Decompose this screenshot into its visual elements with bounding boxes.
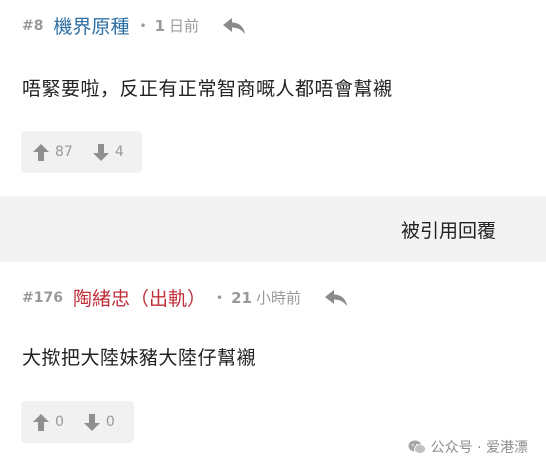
comment-body: 大揿把大陸妹豬大陸仔幫襯	[22, 347, 257, 369]
reply-arrow-icon	[223, 17, 246, 34]
wechat-icon	[408, 440, 426, 454]
upvote-count: 87	[55, 144, 73, 160]
arrow-down-icon	[92, 143, 109, 161]
downvote-button[interactable]: 4	[92, 143, 124, 161]
vote-bar: 87 4	[21, 131, 142, 173]
separator-dot: •	[139, 18, 147, 33]
vote-bar: 0 0	[21, 401, 134, 443]
author-name[interactable]: 機界原種	[53, 12, 129, 39]
upvote-button[interactable]: 87	[33, 143, 73, 161]
downvote-button[interactable]: 0	[83, 413, 115, 431]
upvote-button[interactable]: 0	[33, 413, 64, 431]
downvote-count: 4	[114, 144, 124, 160]
comment-number[interactable]: #8	[22, 18, 43, 34]
comment-8-meta: #8 機界原種 • 1 日前	[22, 12, 247, 39]
timestamp-unit: 日前	[169, 17, 200, 35]
reply-arrow-icon	[324, 289, 347, 306]
comment-number[interactable]: #176	[22, 290, 63, 306]
arrow-up-icon	[33, 143, 49, 161]
comment-body: 唔緊要啦，反正有正常智商嘅人都唔會幫襯	[22, 78, 393, 100]
watermark: 公众号 · 爱港漂	[408, 437, 528, 457]
reply-button[interactable]	[221, 16, 247, 36]
separator-dot: •	[215, 290, 224, 305]
quoted-replies-link[interactable]: 被引用回覆	[401, 216, 496, 243]
upvote-count: 0	[55, 414, 64, 430]
timestamp-value: 21	[231, 288, 252, 307]
arrow-up-icon	[33, 413, 49, 431]
timestamp-unit: 小時前	[255, 289, 301, 307]
comment-176-meta: #176 陶緒忠（出軌） • 21 小時前	[22, 284, 349, 311]
downvote-count: 0	[105, 414, 115, 430]
timestamp-value: 1	[154, 16, 166, 35]
arrow-down-icon	[83, 413, 100, 431]
watermark-text: 公众号 · 爱港漂	[430, 440, 528, 456]
author-name[interactable]: 陶緒忠（出軌）	[73, 284, 206, 311]
reply-button[interactable]	[323, 288, 349, 308]
